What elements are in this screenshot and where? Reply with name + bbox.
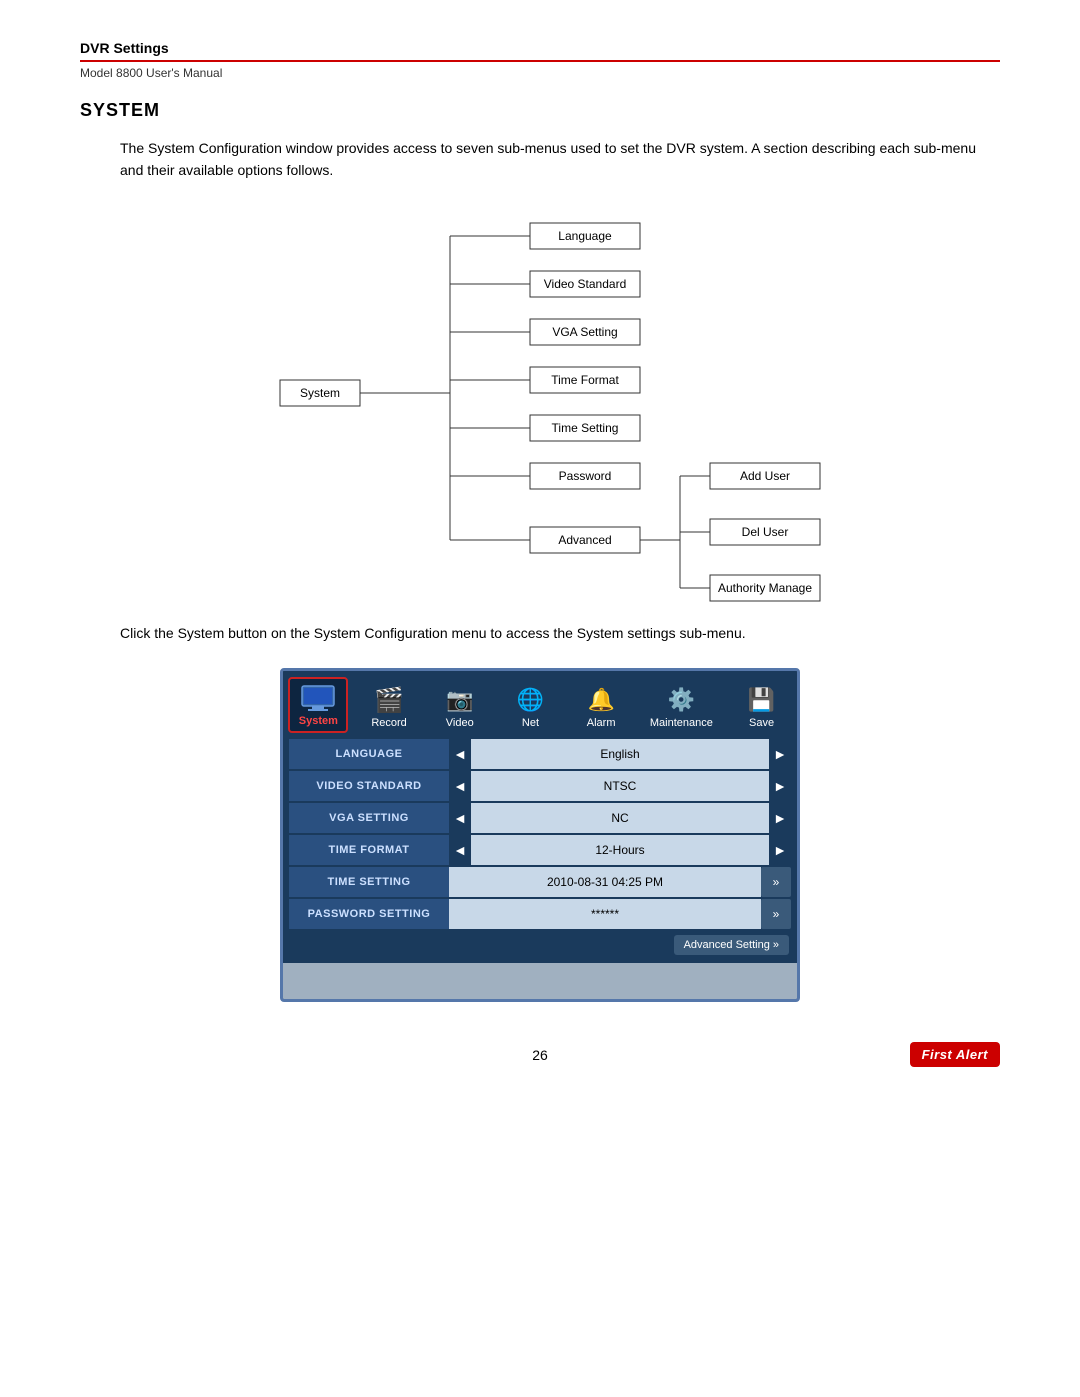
video-standard-arrow-left[interactable]: ◄ xyxy=(449,771,471,801)
password-setting-row: PASSWORD SETTING ****** » xyxy=(289,899,791,929)
advanced-setting-button[interactable]: Advanced Setting » xyxy=(674,935,789,955)
record-label: Record xyxy=(371,717,406,729)
language-arrow-right[interactable]: ► xyxy=(769,739,791,769)
time-format-arrow-left[interactable]: ◄ xyxy=(449,835,471,865)
system-label: System xyxy=(299,715,338,727)
header-section-title: DVR Settings xyxy=(80,40,1000,56)
net-icon: 🌐 xyxy=(511,685,549,715)
maintenance-icon: ⚙️ xyxy=(662,685,700,715)
video-icon: 📷 xyxy=(441,685,479,715)
password-setting-value: ****** xyxy=(449,899,761,929)
alarm-label: Alarm xyxy=(587,717,616,729)
save-icon: 💾 xyxy=(743,685,781,715)
net-label: Net xyxy=(522,717,539,729)
svg-text:Authority Manage: Authority Manage xyxy=(718,581,812,595)
svg-text:VGA Setting: VGA Setting xyxy=(552,325,617,339)
svg-text:Add User: Add User xyxy=(740,469,790,483)
video-standard-label: VIDEO STANDARD xyxy=(289,771,449,801)
svg-text:Video Standard: Video Standard xyxy=(544,277,627,291)
body-text-2: Click the System button on the System Co… xyxy=(120,622,1000,644)
language-value: English xyxy=(471,739,769,769)
video-standard-value: NTSC xyxy=(471,771,769,801)
svg-text:Advanced: Advanced xyxy=(558,533,611,547)
page-header: DVR Settings xyxy=(80,40,1000,62)
time-format-arrow-right[interactable]: ► xyxy=(769,835,791,865)
language-row: LANGUAGE ◄ English ► xyxy=(289,739,791,769)
dvr-footer-bar xyxy=(283,963,797,999)
time-format-row: TIME FORMAT ◄ 12-Hours ► xyxy=(289,835,791,865)
svg-text:Time Setting: Time Setting xyxy=(552,421,619,435)
time-setting-dbl-arrow[interactable]: » xyxy=(761,867,791,897)
dvr-ui-container: System 🎬 Record 📷 Video 🌐 Net 🔔 Alarm ⚙️ xyxy=(280,668,800,1002)
vga-arrow-left[interactable]: ◄ xyxy=(449,803,471,833)
dvr-menu: LANGUAGE ◄ English ► VIDEO STANDARD ◄ NT… xyxy=(283,733,797,963)
time-setting-value: 2010-08-31 04:25 PM xyxy=(449,867,761,897)
toolbar-net[interactable]: 🌐 Net xyxy=(500,681,560,733)
svg-text:Language: Language xyxy=(558,229,612,243)
system-icon xyxy=(299,683,337,713)
toolbar-save[interactable]: 💾 Save xyxy=(732,681,792,733)
advanced-btn-row: Advanced Setting » xyxy=(283,931,797,959)
dvr-screenshot: System 🎬 Record 📷 Video 🌐 Net 🔔 Alarm ⚙️ xyxy=(80,668,1000,1002)
record-icon: 🎬 xyxy=(370,685,408,715)
toolbar-maintenance[interactable]: ⚙️ Maintenance xyxy=(642,681,721,733)
password-dbl-arrow[interactable]: » xyxy=(761,899,791,929)
dvr-toolbar: System 🎬 Record 📷 Video 🌐 Net 🔔 Alarm ⚙️ xyxy=(283,671,797,733)
time-setting-label: TIME SETTING xyxy=(289,867,449,897)
system-diagram: System Language Video Standard VGA Setti… xyxy=(80,212,1000,592)
first-alert-brand: First Alert xyxy=(910,1042,1000,1067)
vga-value: NC xyxy=(471,803,769,833)
video-label: Video xyxy=(446,717,474,729)
password-setting-label: PASSWORD SETTING xyxy=(289,899,449,929)
maintenance-label: Maintenance xyxy=(650,717,713,729)
page-footer: 26 First Alert xyxy=(80,1042,1000,1067)
video-standard-row: VIDEO STANDARD ◄ NTSC ► xyxy=(289,771,791,801)
manual-label: Model 8800 User's Manual xyxy=(80,66,1000,80)
svg-text:Del User: Del User xyxy=(742,525,789,539)
alarm-icon: 🔔 xyxy=(582,685,620,715)
time-format-label: TIME FORMAT xyxy=(289,835,449,865)
svg-text:Password: Password xyxy=(559,469,612,483)
video-standard-arrow-right[interactable]: ► xyxy=(769,771,791,801)
brand-logo: First Alert xyxy=(910,1042,1000,1067)
body-text-1: The System Configuration window provides… xyxy=(120,137,1000,182)
svg-text:Time Format: Time Format xyxy=(551,373,619,387)
time-format-value: 12-Hours xyxy=(471,835,769,865)
toolbar-video[interactable]: 📷 Video xyxy=(430,681,490,733)
vga-setting-label: VGA SETTING xyxy=(289,803,449,833)
language-label: LANGUAGE xyxy=(289,739,449,769)
toolbar-record[interactable]: 🎬 Record xyxy=(359,681,419,733)
time-setting-row: TIME SETTING 2010-08-31 04:25 PM » xyxy=(289,867,791,897)
svg-text:System: System xyxy=(300,386,340,400)
vga-setting-row: VGA SETTING ◄ NC ► xyxy=(289,803,791,833)
save-label: Save xyxy=(749,717,774,729)
section-title: System xyxy=(80,100,1000,121)
language-arrow-left[interactable]: ◄ xyxy=(449,739,471,769)
toolbar-system[interactable]: System xyxy=(288,677,348,733)
toolbar-alarm[interactable]: 🔔 Alarm xyxy=(571,681,631,733)
page-number: 26 xyxy=(532,1047,548,1063)
vga-arrow-right[interactable]: ► xyxy=(769,803,791,833)
